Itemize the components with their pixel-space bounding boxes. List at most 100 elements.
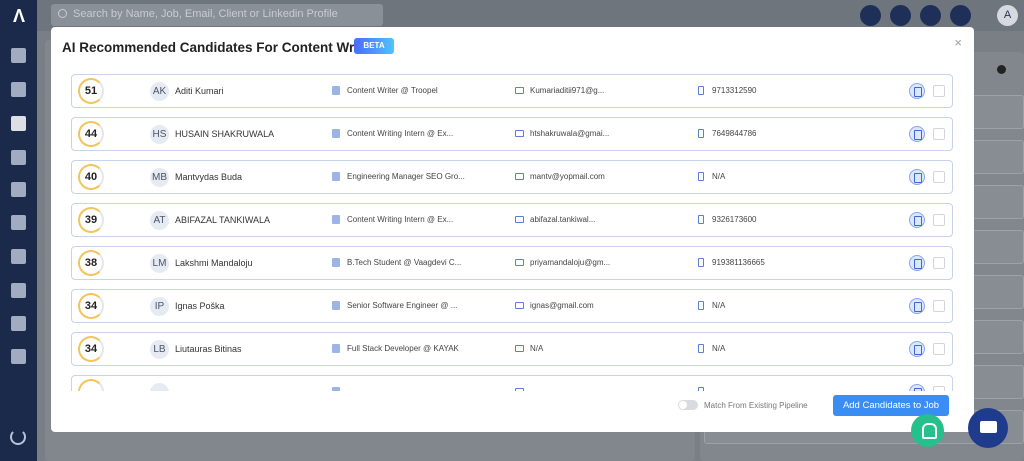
select-candidate-checkbox[interactable] [933,343,945,355]
inbox-icon[interactable] [890,5,911,26]
notification-bell-icon[interactable] [911,414,944,447]
candidate-avatar: HS [150,125,169,144]
match-score-ring: 34 [78,336,104,362]
candidate-row[interactable]: 38 LM Lakshmi Mandaloju B.Tech Student @ Va… [71,246,953,280]
mail-icon [515,345,524,352]
mail-icon[interactable] [11,215,26,230]
candidate-phone: N/A [712,172,726,181]
contact-card-icon[interactable] [11,182,26,197]
mail-icon [515,130,524,137]
view-resume-button[interactable] [909,384,925,391]
candidate-email: N/A [530,344,544,353]
select-candidate-checkbox[interactable] [933,85,945,97]
view-resume-button[interactable] [909,255,925,271]
chat-icon[interactable] [968,408,1008,448]
building-icon [332,129,340,138]
candidate-row[interactable]: 44 HS HUSAIN SHAKRUWALA Content Writing Int… [71,117,953,151]
candidate-row[interactable]: 34 IP Ignas Poška Senior Software Engineer … [71,289,953,323]
candidate-name: Mantvydas Buda [175,172,243,182]
match-pipeline-label: Match From Existing Pipeline [704,401,808,410]
modal-title: AI Recommended Candidates For Content Wr… [62,40,376,55]
mail-icon [515,259,524,266]
help-icon[interactable] [950,5,971,26]
truck-icon[interactable] [11,150,26,165]
candidate-email: htshakruwala@gmai... [530,129,610,138]
view-resume-button[interactable] [909,212,925,228]
candidate-avatar: MB [150,168,169,187]
phone-icon [698,172,704,181]
candidate-phone: 9326173600 [712,215,757,224]
select-candidate-checkbox[interactable] [933,257,945,269]
candidate-job: Full Stack Developer @ KAYAK [347,344,459,353]
select-candidate-checkbox[interactable] [933,128,945,140]
candidate-email: mantv@yopmail.com [530,172,605,181]
select-candidate-checkbox[interactable] [933,300,945,312]
phone-icon [698,301,704,310]
phone-icon [698,86,704,95]
candidate-phone: 919381136665 [712,258,765,267]
bar-chart-icon[interactable] [11,283,26,298]
power-icon[interactable] [10,429,26,445]
select-candidate-checkbox[interactable] [933,214,945,226]
view-resume-button[interactable] [909,298,925,314]
dollar-icon[interactable] [11,316,26,331]
select-candidate-checkbox[interactable] [933,386,945,391]
view-resume-button[interactable] [909,341,925,357]
info-icon [997,65,1006,74]
candidate-avatar [150,383,169,391]
candidate-phone: 9713312590 [712,86,757,95]
view-resume-button[interactable] [909,83,925,99]
user-icon[interactable] [11,82,26,97]
match-score-ring: 51 [78,78,104,104]
video-icon[interactable] [11,349,26,364]
candidate-avatar: AK [150,82,169,101]
candidate-name: Aditi Kumari [175,86,224,96]
add-candidates-button[interactable]: Add Candidates to Job [833,395,949,416]
candidate-email: ignas@gmail.com [530,301,594,310]
select-candidate-checkbox[interactable] [933,171,945,183]
add-icon[interactable] [860,5,881,26]
candidate-job: Senior Software Engineer @ ... [347,301,458,310]
building-icon [332,172,340,181]
candidate-row[interactable]: 40 MB Mantvydas Buda Engineering Manager SE… [71,160,953,194]
match-score-ring [78,379,104,391]
settings-icon[interactable] [920,5,941,26]
candidate-row[interactable]: 34 LB Liutauras Bitinas Full Stack Develope… [71,332,953,366]
phone-icon [698,344,704,353]
candidate-list[interactable]: 51 AK Aditi Kumari Content Writer @ Troopel… [71,74,953,391]
beta-badge: BETA [354,38,394,54]
match-pipeline-toggle[interactable] [678,400,698,410]
candidate-row[interactable]: 39 AT ABIFAZAL TANKIWALA Content Writing In… [71,203,953,237]
app-logo[interactable]: Λ [9,6,29,26]
view-resume-button[interactable] [909,126,925,142]
match-score-ring: 40 [78,164,104,190]
candidate-avatar: AT [150,211,169,230]
candidate-avatar: LB [150,340,169,359]
calendar-icon[interactable] [11,249,26,264]
candidate-job: Content Writing Intern @ Ex... [347,129,454,138]
candidate-name: ABIFAZAL TANKIWALA [175,215,271,225]
match-score-ring: 38 [78,250,104,276]
building-icon [332,387,340,391]
building-icon [332,301,340,310]
candidate-row[interactable] [71,375,953,391]
mail-icon [515,87,524,94]
sidebar: Λ [0,0,37,461]
candidate-email: abifazal.tankiwal... [530,215,596,224]
candidate-name: Ignas Poška [175,301,225,311]
phone-icon [698,129,704,138]
recommended-candidates-modal: AI Recommended Candidates For Content Wr… [51,27,974,432]
user-avatar[interactable]: A [997,5,1018,26]
mail-icon [515,302,524,309]
phone-icon [698,215,704,224]
view-resume-button[interactable] [909,169,925,185]
candidate-name: HUSAIN SHAKRUWALA [175,129,275,139]
building-icon [332,258,340,267]
candidate-job: B.Tech Student @ Vaagdevi C... [347,258,462,267]
briefcase-icon[interactable] [11,116,26,131]
dashboard-icon[interactable] [11,48,26,63]
global-search-input[interactable]: Search by Name, Job, Email, Client or Li… [51,4,383,26]
close-icon[interactable]: × [954,35,962,50]
candidate-row[interactable]: 51 AK Aditi Kumari Content Writer @ Troopel… [71,74,953,108]
mail-icon [515,388,524,391]
